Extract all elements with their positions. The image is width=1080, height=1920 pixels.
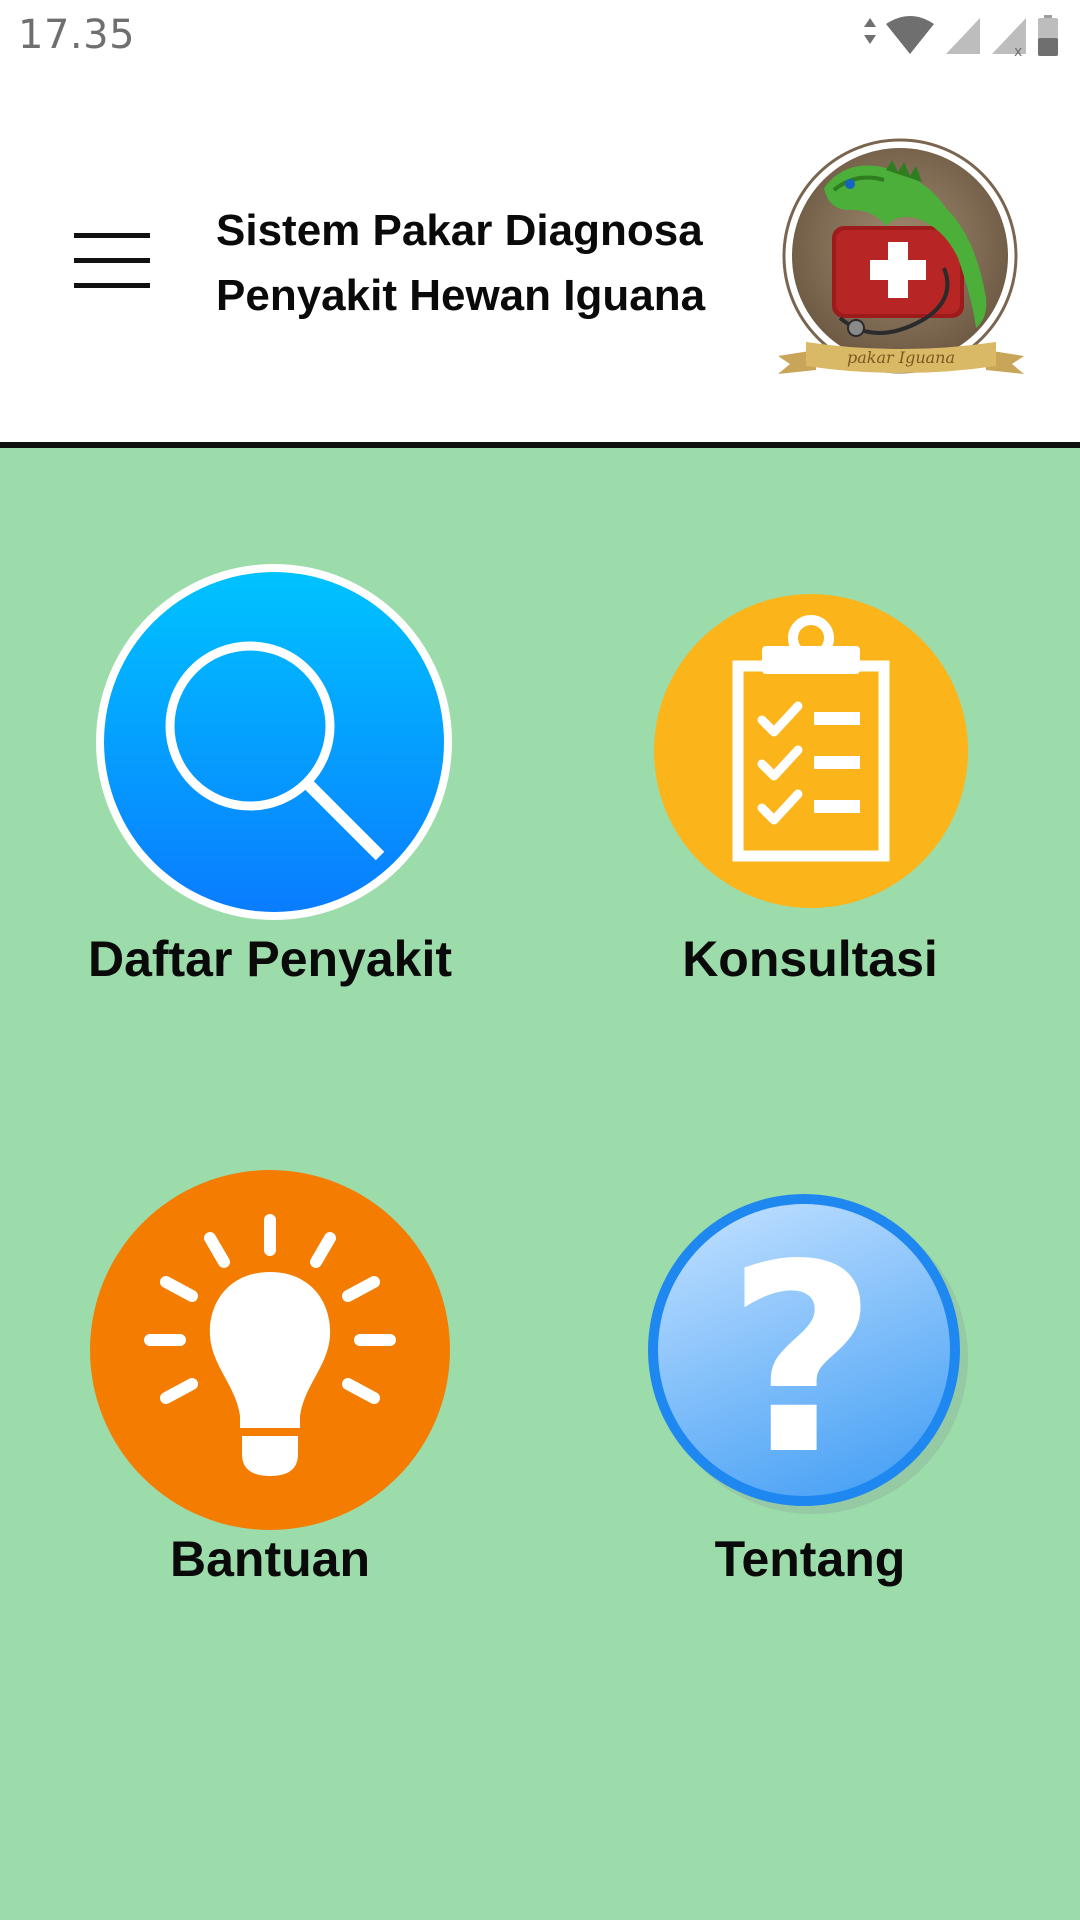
clipboard-checklist-icon [654, 594, 968, 908]
menu-label-tentang: Tentang [714, 1531, 906, 1587]
menu-label-bantuan: Bantuan [170, 1531, 370, 1587]
search-icon [92, 560, 456, 924]
menu-label-daftar-penyakit: Daftar Penyakit [87, 931, 453, 987]
menu-daftar-penyakit-button[interactable]: Daftar Penyakit [60, 560, 480, 1000]
signal-no-sim-icon: x [992, 18, 1026, 58]
svg-text:x: x [1014, 44, 1022, 58]
signal-icon [946, 18, 980, 54]
status-bar: 17.35 x [0, 0, 1080, 75]
page-title: Sistem Pakar Diagnosa Penyakit Hewan Igu… [216, 198, 756, 328]
menu-tentang-button[interactable]: ? Tentang [600, 1160, 1020, 1600]
menu-konsultasi-button[interactable]: Konsultasi [600, 560, 1020, 1000]
wifi-icon [886, 16, 934, 54]
logo-text: pakar Iguana [847, 348, 955, 367]
status-icons: x [864, 15, 1058, 58]
title-line-2: Penyakit Hewan Iguana [216, 271, 706, 320]
question-mark-icon: ? [642, 1188, 972, 1518]
menu-bantuan-button[interactable]: Bantuan [60, 1160, 480, 1600]
hamburger-menu-icon[interactable] [60, 215, 164, 305]
status-time: 17.35 [18, 12, 136, 58]
battery-icon [1038, 15, 1058, 56]
lightbulb-icon [90, 1170, 450, 1530]
menu-label-konsultasi: Konsultasi [682, 931, 938, 987]
svg-text:?: ? [727, 1210, 878, 1512]
iguana-logo: pakar Iguana [776, 138, 1026, 383]
title-line-1: Sistem Pakar Diagnosa [216, 206, 703, 255]
data-arrows-icon [864, 18, 876, 44]
